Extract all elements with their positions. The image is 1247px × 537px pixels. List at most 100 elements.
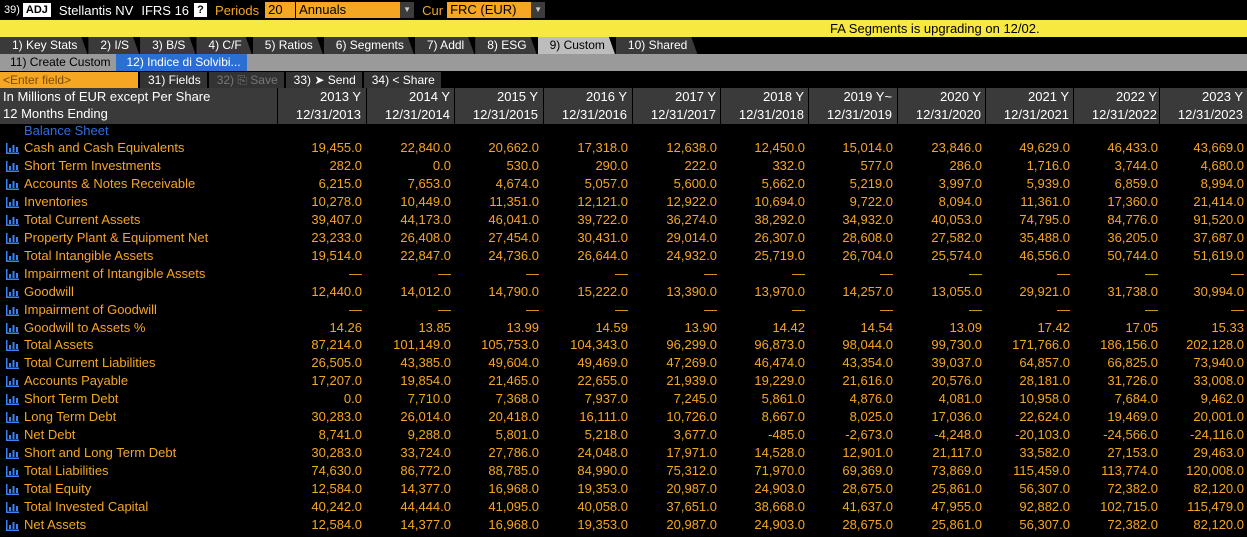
table-cell[interactable]: 91,520.0 [1159, 211, 1244, 229]
chart-icon[interactable] [6, 250, 19, 262]
table-cell[interactable]: 30,994.0 [1159, 283, 1244, 301]
save-button[interactable]: 32) ⎘ Save [208, 71, 284, 88]
table-cell[interactable]: 20,987.0 [632, 516, 717, 534]
table-cell[interactable]: 13.09 [897, 319, 982, 337]
row-label[interactable]: Accounts & Notes Receivable [24, 175, 195, 193]
table-cell[interactable]: 24,048.0 [543, 444, 628, 462]
periods-input[interactable]: 20 [265, 2, 296, 18]
table-cell[interactable]: 113,774.0 [1073, 462, 1158, 480]
table-cell[interactable]: 34,932.0 [808, 211, 893, 229]
table-cell[interactable]: 5,219.0 [808, 175, 893, 193]
table-cell[interactable]: 72,382.0 [1073, 516, 1158, 534]
table-row[interactable]: Total Invested Capital 40,242.0 44,444.0 41… [0, 498, 1247, 516]
column-header[interactable]: 2021 Y 12/31/2021 [985, 88, 1073, 124]
table-cell[interactable]: 19,353.0 [543, 480, 628, 498]
chevron-down-icon[interactable]: ▼ [400, 2, 415, 18]
table-cell[interactable]: 92,882.0 [985, 498, 1070, 516]
table-cell[interactable]: 23,233.0 [277, 229, 362, 247]
table-cell[interactable]: 186,156.0 [1073, 336, 1158, 354]
row-label[interactable]: Total Current Assets [24, 211, 140, 229]
chart-icon[interactable] [6, 502, 19, 513]
table-cell[interactable]: 19,455.0 [277, 139, 362, 157]
table-cell[interactable]: 22,655.0 [543, 372, 628, 390]
tab-7[interactable]: 7) Addl [415, 37, 474, 54]
table-row[interactable]: Net Debt 8,741.0 9,288.0 5,801.0 5,218.0 3,67… [0, 426, 1247, 444]
table-cell[interactable]: 73,940.0 [1159, 354, 1244, 372]
table-cell[interactable]: — [366, 265, 451, 283]
table-cell[interactable]: 64,857.0 [985, 354, 1070, 372]
table-cell[interactable]: 33,008.0 [1159, 372, 1244, 390]
table-cell[interactable]: 14,790.0 [454, 283, 539, 301]
table-cell[interactable]: 14.42 [720, 319, 805, 337]
row-label[interactable]: Short Term Debt [24, 390, 118, 408]
table-cell[interactable]: 14,257.0 [808, 283, 893, 301]
row-label[interactable]: Total Liabilities [24, 462, 109, 480]
table-cell[interactable]: 11,351.0 [454, 193, 539, 211]
send-button[interactable]: 33) ➤ Send [285, 71, 362, 88]
chart-icon[interactable] [6, 322, 19, 334]
table-cell[interactable]: 21,414.0 [1159, 193, 1244, 211]
row-label[interactable]: Property Plant & Equipment Net [24, 229, 208, 247]
table-cell[interactable]: 6,859.0 [1073, 175, 1158, 193]
table-cell[interactable]: 13.99 [454, 319, 539, 337]
table-cell[interactable]: 26,644.0 [543, 247, 628, 265]
table-cell[interactable]: 19,229.0 [720, 372, 805, 390]
table-cell[interactable]: 20,987.0 [632, 480, 717, 498]
row-label[interactable]: Goodwill to Assets % [24, 319, 145, 337]
table-cell[interactable]: — [454, 301, 539, 319]
table-row[interactable]: Total Current Assets 39,407.0 44,173.0 46,0… [0, 211, 1247, 229]
table-cell[interactable]: 4,876.0 [808, 390, 893, 408]
table-cell[interactable]: 7,684.0 [1073, 390, 1158, 408]
currency-select[interactable]: FRC (EUR) [447, 2, 532, 18]
table-cell[interactable]: 28,675.0 [808, 516, 893, 534]
table-cell[interactable]: 26,505.0 [277, 354, 362, 372]
table-cell[interactable]: 28,675.0 [808, 480, 893, 498]
chart-icon[interactable] [6, 466, 19, 478]
table-cell[interactable]: 56,307.0 [985, 516, 1070, 534]
table-cell[interactable]: 38,668.0 [720, 498, 805, 516]
table-cell[interactable]: 41,637.0 [808, 498, 893, 516]
chart-icon[interactable] [6, 394, 19, 406]
table-cell[interactable]: 17,360.0 [1073, 193, 1158, 211]
custom-template-tab[interactable]: 12) Indice di Solvibi... [116, 54, 247, 71]
row-label[interactable]: Total Intangible Assets [24, 247, 153, 265]
table-cell[interactable]: 115,479.0 [1159, 498, 1244, 516]
row-label[interactable]: Short and Long Term Debt [24, 444, 176, 462]
table-cell[interactable]: — [1073, 301, 1158, 319]
table-cell[interactable]: — [985, 265, 1070, 283]
column-header[interactable]: 2017 Y 12/31/2017 [632, 88, 720, 124]
table-cell[interactable]: 1,716.0 [985, 157, 1070, 175]
table-cell[interactable]: 530.0 [454, 157, 539, 175]
table-cell[interactable]: 20,662.0 [454, 139, 539, 157]
table-cell[interactable]: 43,669.0 [1159, 139, 1244, 157]
table-cell[interactable]: 28,608.0 [808, 229, 893, 247]
chart-icon[interactable] [6, 286, 19, 298]
table-cell[interactable]: 41,095.0 [454, 498, 539, 516]
table-cell[interactable]: 49,629.0 [985, 139, 1070, 157]
table-cell[interactable]: 12,638.0 [632, 139, 717, 157]
table-cell[interactable]: 19,353.0 [543, 516, 628, 534]
table-cell[interactable]: 74,630.0 [277, 462, 362, 480]
tab-6[interactable]: 6) Segments [324, 37, 414, 54]
table-cell[interactable]: — [277, 265, 362, 283]
column-header[interactable]: 2014 Y 12/31/2014 [366, 88, 454, 124]
table-cell[interactable]: 12,121.0 [543, 193, 628, 211]
table-cell[interactable]: 10,958.0 [985, 390, 1070, 408]
table-cell[interactable]: 12,584.0 [277, 516, 362, 534]
table-cell[interactable]: — [720, 265, 805, 283]
table-cell[interactable]: 24,932.0 [632, 247, 717, 265]
table-cell[interactable]: 40,053.0 [897, 211, 982, 229]
table-cell[interactable]: 0.0 [277, 390, 362, 408]
table-cell[interactable]: 25,861.0 [897, 516, 982, 534]
table-cell[interactable]: 16,968.0 [454, 516, 539, 534]
chevron-down-icon[interactable]: ▼ [531, 2, 546, 18]
row-label[interactable]: Net Debt [24, 426, 75, 444]
periodicity-select[interactable]: Annuals [296, 2, 401, 18]
table-cell[interactable]: 51,619.0 [1159, 247, 1244, 265]
table-cell[interactable]: — [897, 265, 982, 283]
table-cell[interactable]: 43,385.0 [366, 354, 451, 372]
table-cell[interactable]: 120,008.0 [1159, 462, 1244, 480]
chart-icon[interactable] [6, 178, 19, 190]
column-header[interactable]: 2019 Y~ 12/31/2019 [808, 88, 896, 124]
table-cell[interactable]: 11,361.0 [985, 193, 1070, 211]
